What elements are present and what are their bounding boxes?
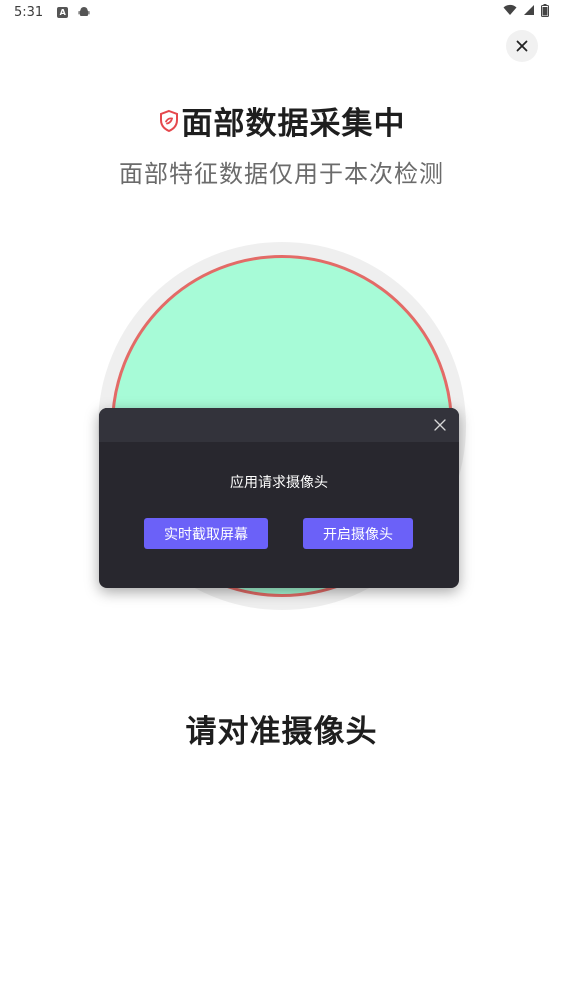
screen: 5:31 A 面部数据采集中 面部特征数据仅用于本次检测 应用请求摄像头 实时截…	[0, 0, 563, 1000]
status-time: 5:31	[14, 4, 44, 20]
close-icon	[434, 419, 446, 431]
signal-icon	[523, 4, 535, 20]
status-left-icons: A	[57, 6, 90, 18]
battery-icon	[541, 3, 549, 21]
shield-icon	[158, 109, 180, 133]
page-title: 面部数据采集中	[181, 106, 406, 142]
close-button[interactable]	[506, 30, 538, 62]
a-icon: A	[57, 6, 69, 18]
status-right-icons	[503, 3, 549, 21]
dialog-message: 应用请求摄像头	[230, 475, 328, 491]
instruction-text: 请对准摄像头	[185, 714, 378, 750]
dialog-header	[99, 408, 459, 442]
dialog-close-button[interactable]	[431, 416, 449, 434]
android-icon	[78, 6, 90, 18]
open-camera-button[interactable]: 开启摄像头	[303, 518, 413, 549]
close-icon	[516, 40, 528, 52]
title-row: 面部数据采集中	[0, 98, 563, 143]
page-subtitle: 面部特征数据仅用于本次检测	[119, 160, 444, 188]
screen-capture-button[interactable]: 实时截取屏幕	[144, 518, 268, 549]
status-bar: 5:31 A	[0, 0, 563, 24]
camera-permission-dialog: 应用请求摄像头 实时截取屏幕 开启摄像头	[99, 408, 459, 588]
wifi-icon	[503, 4, 517, 20]
